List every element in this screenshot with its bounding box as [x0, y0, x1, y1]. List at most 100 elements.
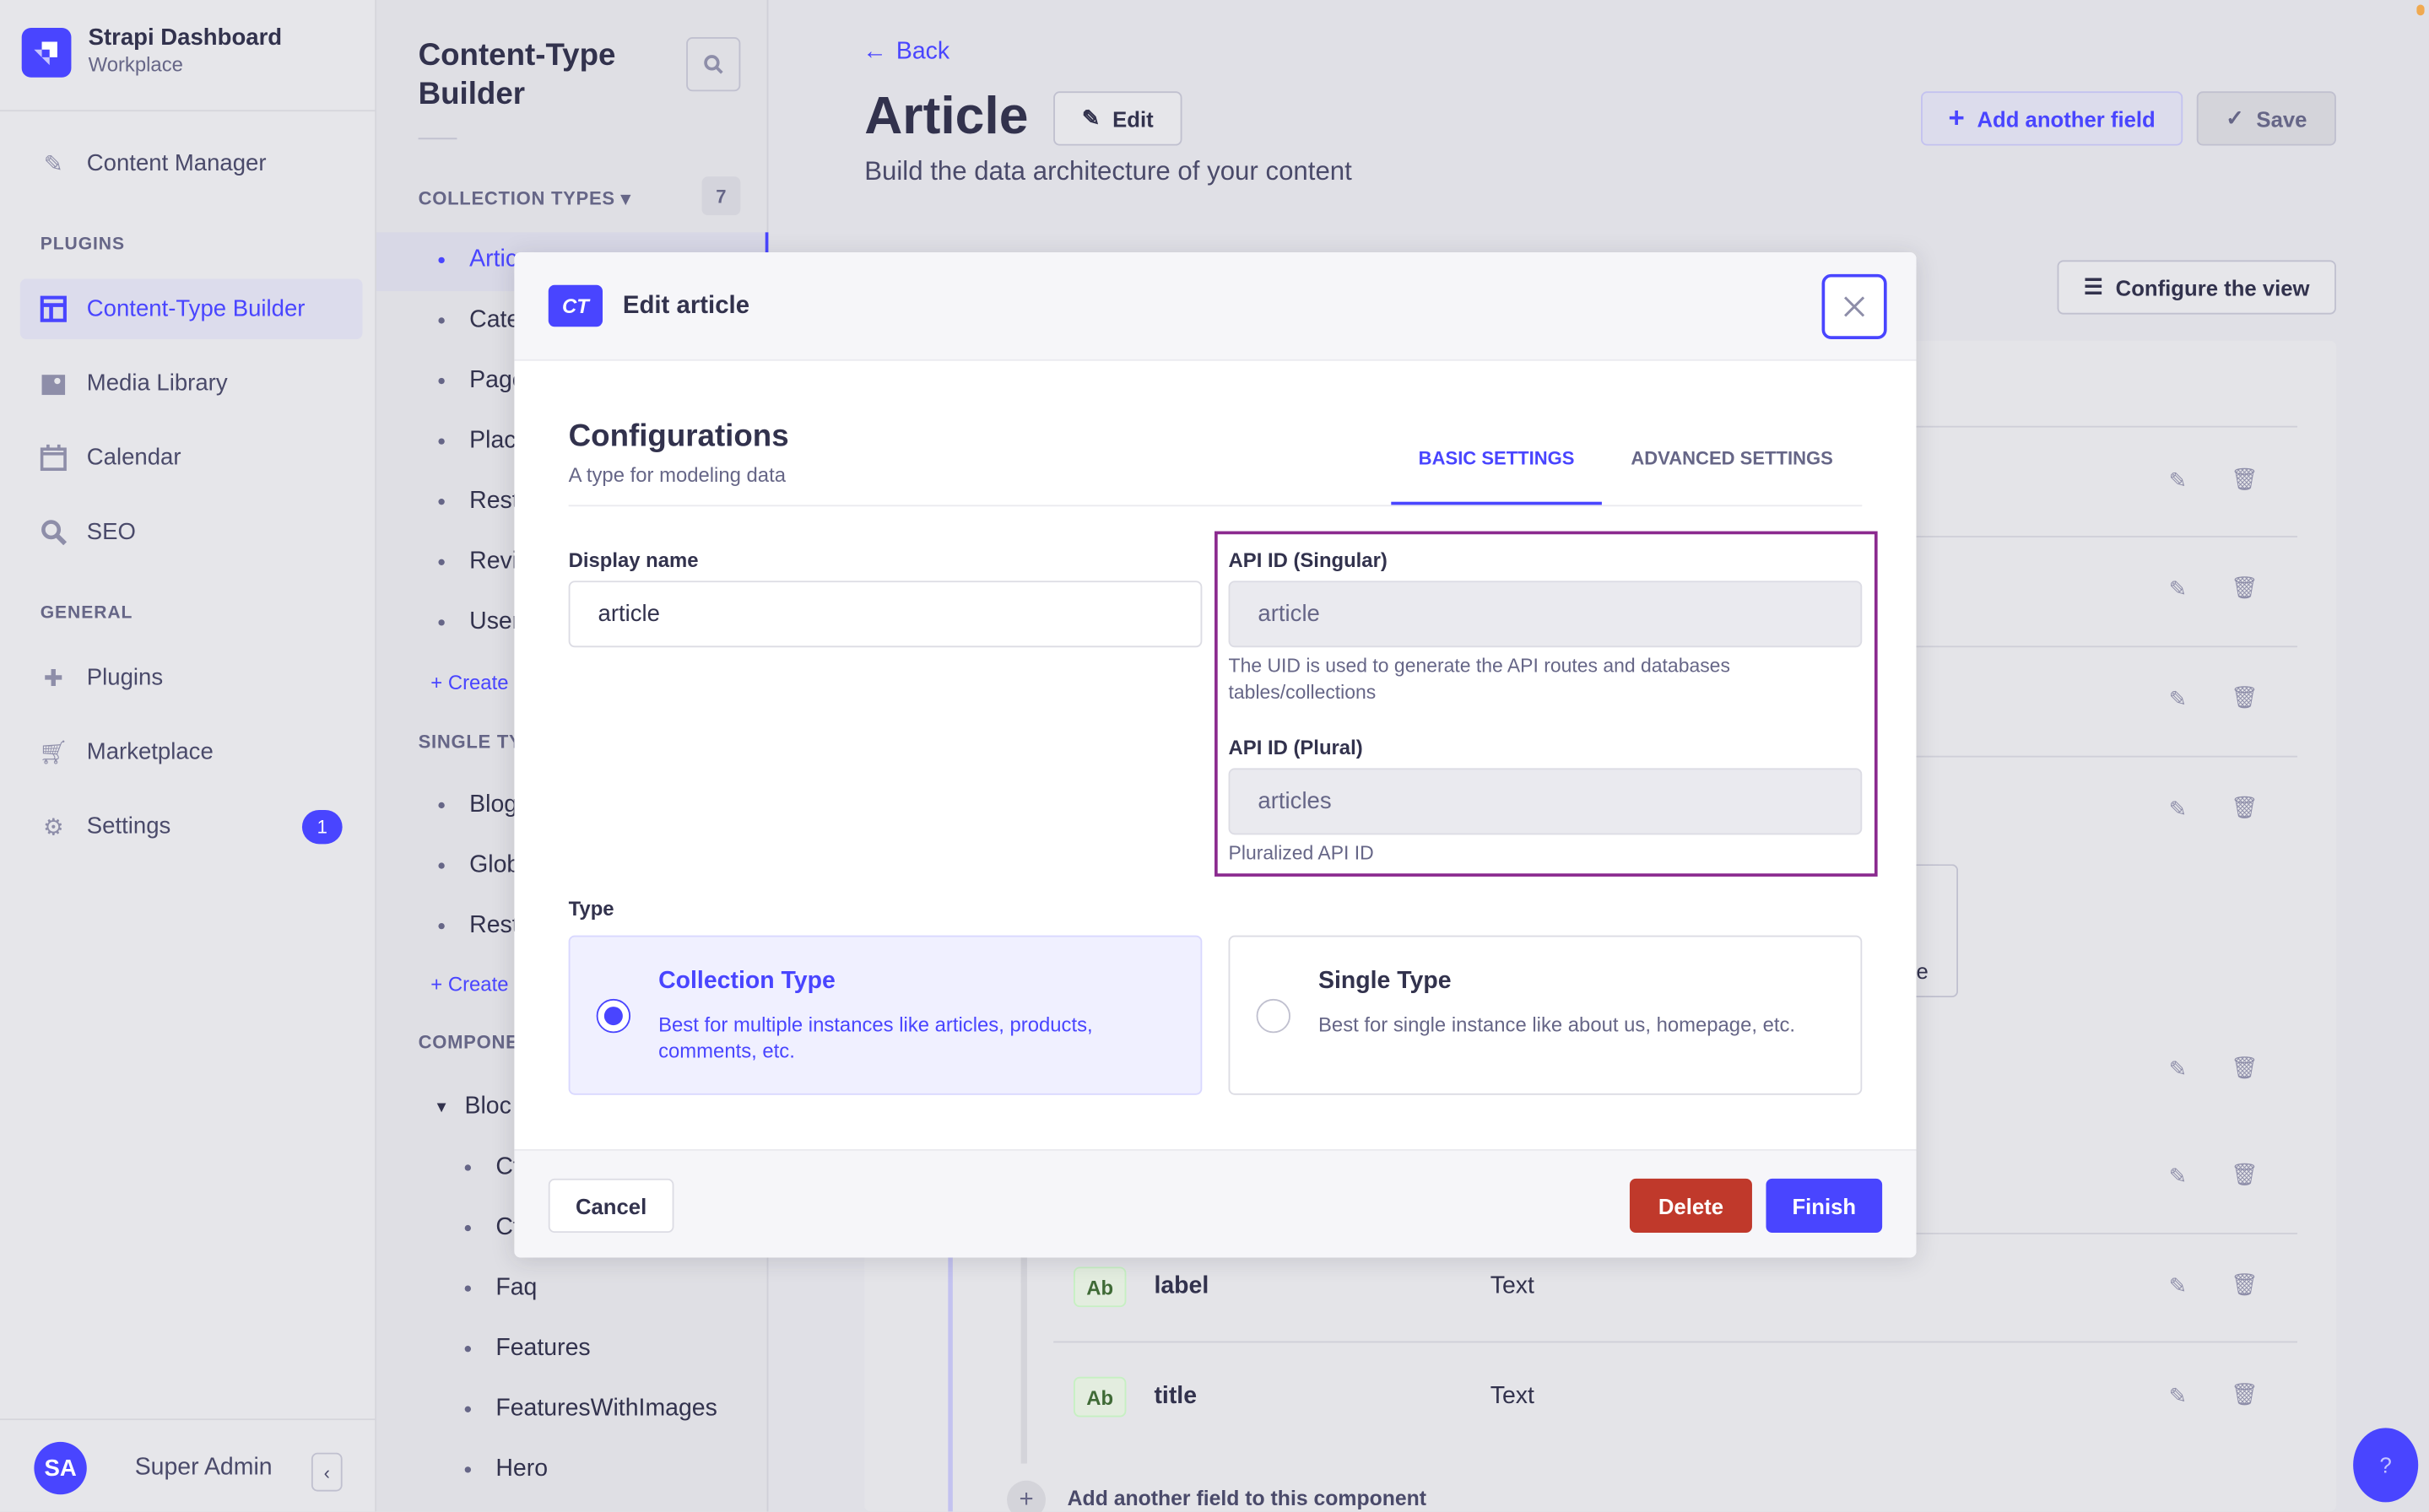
trash-icon[interactable]: 🗑︎ [2231, 1055, 2259, 1081]
trash-icon[interactable]: 🗑︎ [2231, 795, 2259, 821]
layout-icon [39, 294, 68, 324]
collection-type-item[interactable]: Cate [438, 306, 520, 334]
pencil-icon[interactable]: ✎ [2169, 1163, 2188, 1189]
trash-icon[interactable]: 🗑︎ [2231, 466, 2259, 492]
nav-label: SEO [86, 518, 136, 546]
nav-media-library[interactable]: Media Library [20, 353, 363, 413]
single-type-item[interactable]: Glob [438, 852, 520, 880]
search-icon [704, 55, 723, 74]
configurations-subheading: A type for modeling data [568, 462, 786, 487]
close-button[interactable] [1821, 273, 1887, 339]
display-name-label: Display name [568, 548, 699, 572]
component-group-blocks[interactable]: ▼ Bloc [434, 1094, 511, 1121]
component-item[interactable]: Hero [464, 1455, 548, 1483]
component-item[interactable]: Ct [464, 1214, 520, 1242]
plus-circle-icon[interactable]: + [1007, 1480, 1046, 1512]
pencil-icon[interactable]: ✎ [2169, 686, 2188, 712]
user-name[interactable]: Super Admin [135, 1455, 273, 1482]
help-button[interactable]: ? [2353, 1428, 2419, 1503]
component-item[interactable]: Ct [464, 1153, 520, 1181]
field-type: Text [1490, 1272, 1534, 1299]
partial-card: e [1916, 864, 1959, 998]
collection-type-item[interactable]: Plac [438, 428, 517, 456]
single-type-item[interactable]: Rest [438, 912, 519, 940]
collection-type-option[interactable]: Collection Type Best for multiple instan… [568, 935, 1203, 1095]
main-sidebar: Strapi Dashboard Workplace ✎ Content Manag… [0, 0, 377, 1512]
components-heading[interactable]: COMPONE [419, 1031, 519, 1053]
strapi-logo-icon [21, 27, 72, 77]
option-title: Single Type [1318, 968, 1452, 995]
avatar[interactable]: SA [34, 1441, 87, 1495]
collection-type-item[interactable]: Artic [438, 246, 517, 274]
plugins-heading: PLUGINS [40, 235, 125, 255]
nav-seo[interactable]: SEO [20, 502, 363, 563]
check-icon: ✓ [2226, 105, 2244, 131]
field-name: label [1154, 1272, 1209, 1299]
pencil-icon: ✎ [1081, 105, 1101, 131]
finish-button[interactable]: Finish [1766, 1178, 1883, 1234]
trash-icon[interactable]: 🗑︎ [2231, 1272, 2259, 1298]
subnav-search-button[interactable] [686, 37, 741, 92]
api-plural-input[interactable]: articles [1228, 768, 1863, 835]
single-types-heading[interactable]: SINGLE TY [419, 731, 522, 753]
edit-content-type-modal: CT Edit article Configurations A type fo… [514, 252, 1917, 1258]
caret-down-icon: ▼ [433, 1099, 450, 1116]
trash-icon[interactable]: 🗑︎ [2231, 1381, 2259, 1407]
collection-type-item[interactable]: Revi [438, 548, 517, 576]
pencil-icon[interactable]: ✎ [2169, 1383, 2188, 1409]
tab-basic-settings[interactable]: BASIC SETTINGS [1391, 447, 1602, 505]
component-item[interactable]: FeaturesWithImages [464, 1396, 717, 1423]
single-type-option[interactable]: Single Type Best for single instance lik… [1228, 935, 1863, 1095]
nav-content-manager[interactable]: ✎ Content Manager [20, 133, 363, 194]
type-label: Type [568, 896, 614, 921]
nav-label: Content Manager [86, 150, 267, 177]
pencil-icon[interactable]: ✎ [2169, 1056, 2188, 1083]
collection-type-item[interactable]: Page [438, 367, 526, 395]
radio-selected[interactable] [596, 998, 631, 1034]
notification-dot [2416, 4, 2425, 16]
add-another-field-button[interactable]: + Add another field [1921, 91, 2183, 146]
puzzle-icon: ✚ [43, 665, 63, 692]
single-type-item[interactable]: Blog [438, 791, 517, 819]
add-component-field-link[interactable]: Add another field to this component [1068, 1487, 1426, 1510]
nav-plugins[interactable]: ✚ Plugins [20, 647, 363, 708]
back-link[interactable]: ← Back [863, 39, 949, 67]
subnav-title: Content-Type Builder [418, 38, 616, 112]
delete-button[interactable]: Delete [1629, 1178, 1752, 1234]
configurations-heading: Configurations [568, 419, 789, 454]
collection-type-item[interactable]: Rest [438, 488, 519, 516]
pencil-icon[interactable]: ✎ [2169, 467, 2188, 494]
create-single-type-link[interactable]: + Create [430, 973, 508, 996]
trash-icon[interactable]: 🗑︎ [2231, 684, 2259, 710]
pencil-icon[interactable]: ✎ [2169, 796, 2188, 822]
trash-icon[interactable]: 🗑︎ [2231, 1162, 2259, 1188]
brand: Strapi Dashboard Workplace [21, 24, 282, 78]
tab-advanced-settings[interactable]: ADVANCED SETTINGS [1606, 447, 1857, 469]
configure-view-button[interactable]: ☰ Configure the view [2057, 260, 2336, 315]
save-button[interactable]: ✓ Save [2196, 91, 2336, 146]
collection-types-heading[interactable]: COLLECTION TYPES ▾ [419, 187, 631, 209]
collection-type-item[interactable]: User [438, 608, 520, 636]
option-title: Collection Type [658, 968, 836, 995]
nav-label: Media Library [86, 370, 228, 397]
component-item[interactable]: Features [464, 1335, 591, 1363]
field-name: title [1154, 1383, 1198, 1410]
api-singular-input[interactable]: article [1228, 580, 1863, 648]
nav-calendar[interactable]: Calendar [20, 428, 363, 489]
create-collection-type-link[interactable]: + Create [430, 671, 508, 694]
cancel-button[interactable]: Cancel [548, 1178, 674, 1234]
page-title: Article [864, 86, 1029, 146]
display-name-input[interactable]: article [568, 580, 1203, 648]
nav-settings[interactable]: ⚙ Settings 1 [20, 796, 363, 856]
close-icon [1844, 296, 1865, 317]
nav-marketplace[interactable]: 🛒︎ Marketplace [20, 721, 363, 782]
component-item[interactable]: Faq [464, 1275, 537, 1303]
trash-icon[interactable]: 🗑︎ [2231, 575, 2259, 601]
nav-content-type-builder[interactable]: Content-Type Builder [19, 278, 363, 339]
pencil-icon[interactable]: ✎ [2169, 576, 2188, 602]
pencil-icon[interactable]: ✎ [2169, 1273, 2188, 1299]
collapse-sidebar-button[interactable]: ‹ [311, 1452, 343, 1492]
edit-button[interactable]: ✎ Edit [1053, 91, 1182, 146]
radio-unselected[interactable] [1256, 998, 1290, 1034]
text-field-icon: Ab [1074, 1376, 1127, 1418]
